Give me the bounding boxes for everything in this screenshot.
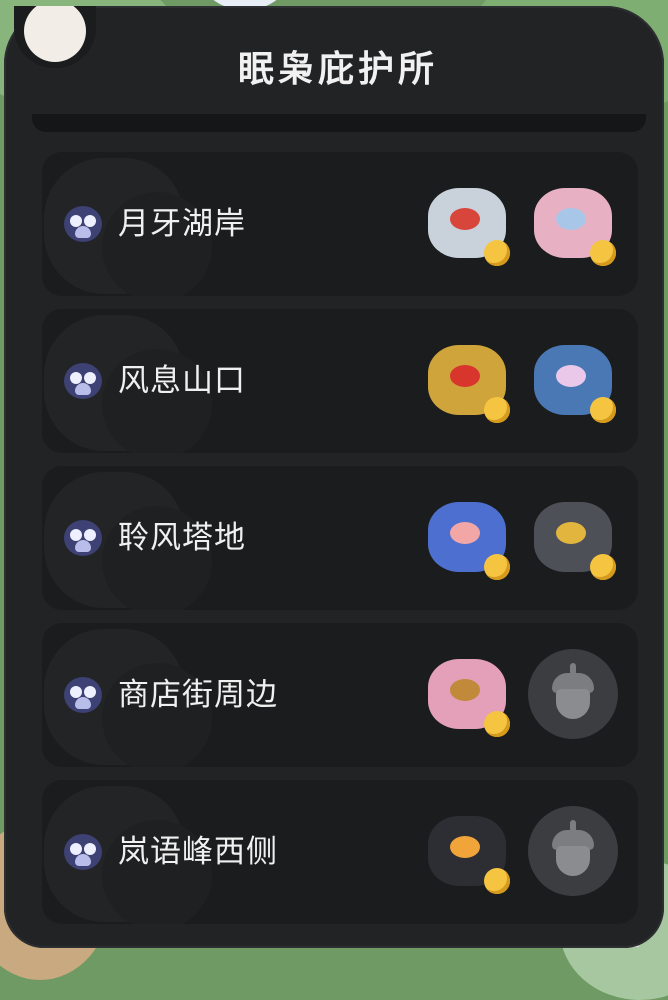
acorn-icon: [528, 649, 618, 739]
pet-feature: [556, 522, 586, 544]
location-name: 商店街周边: [118, 677, 278, 713]
bell-icon: [484, 397, 510, 423]
panel-title: 眠枭庇护所: [237, 49, 438, 90]
pet-feature: [450, 208, 480, 230]
location-name: 风息山口: [118, 363, 246, 399]
bell-icon: [590, 397, 616, 423]
pet-feature: [450, 522, 480, 544]
location-name: 聆风塔地: [118, 520, 246, 556]
pet-feature: [450, 679, 480, 701]
pet-slot-blue-fin-creature[interactable]: [528, 335, 618, 425]
pet-feature: [450, 836, 480, 858]
location-name: 岚语峰西侧: [118, 834, 278, 870]
owl-icon: [64, 363, 102, 399]
location-card[interactable]: 岚语峰西侧: [42, 780, 638, 924]
owl-icon: [64, 677, 102, 713]
acorn-icon: [528, 806, 618, 896]
sanctuary-panel: 眠枭庇护所 月牙湖岸 风息山口 聆风塔地 商店街周边 岚语峰西侧: [4, 6, 664, 948]
pet-slot-pink-wizard-creature[interactable]: [422, 649, 512, 739]
pet-slot-red-saucer-creature[interactable]: [422, 178, 512, 268]
pet-slot-grey-moth-creature[interactable]: [528, 492, 618, 582]
owl-icon: [64, 206, 102, 242]
bell-icon: [484, 554, 510, 580]
bell-icon: [484, 711, 510, 737]
location-name: 月牙湖岸: [118, 206, 246, 242]
owl-icon: [64, 834, 102, 870]
bell-icon: [484, 240, 510, 266]
pet-feature: [556, 365, 586, 387]
title-divider: [32, 114, 646, 132]
owl-icon: [64, 520, 102, 556]
pet-slot-pink-eared-creature[interactable]: [528, 178, 618, 268]
pet-feature: [556, 208, 586, 230]
bell-icon: [590, 554, 616, 580]
bell-icon: [590, 240, 616, 266]
pet-slot-dark-robot-creature[interactable]: [422, 806, 512, 896]
pet-slot-golden-helmet-creature[interactable]: [422, 335, 512, 425]
pet-slot-blue-owl-creature[interactable]: [422, 492, 512, 582]
bell-icon: [484, 868, 510, 894]
location-card[interactable]: 月牙湖岸: [42, 152, 638, 296]
location-card[interactable]: 风息山口: [42, 309, 638, 453]
location-list: 月牙湖岸 风息山口 聆风塔地 商店街周边 岚语峰西侧: [42, 152, 638, 937]
pet-feature: [450, 365, 480, 387]
location-card[interactable]: 商店街周边: [42, 623, 638, 767]
empty-slot[interactable]: [528, 806, 618, 896]
location-card[interactable]: 聆风塔地: [42, 466, 638, 610]
empty-slot[interactable]: [528, 649, 618, 739]
